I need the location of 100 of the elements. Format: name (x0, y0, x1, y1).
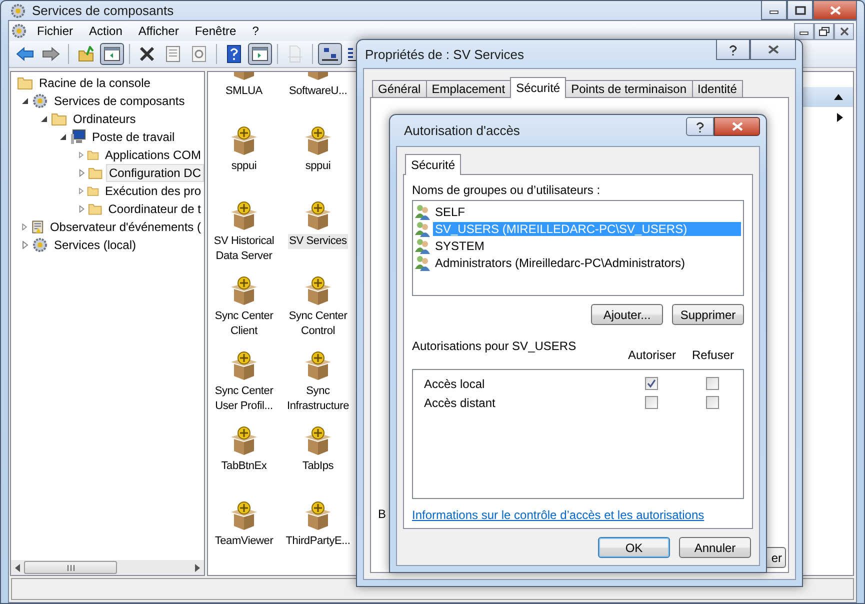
cancel-button[interactable]: Annuler (679, 537, 751, 558)
help-icon (227, 45, 241, 63)
component-item[interactable]: Sync Infrastructure (280, 384, 356, 414)
toolbar-button[interactable] (100, 43, 124, 65)
dialog-title: Autorisation d'accès (403, 123, 520, 138)
permission-name: Accès distant (424, 396, 496, 410)
help-button[interactable] (686, 117, 714, 136)
expand-triangle-icon[interactable] (837, 112, 843, 122)
restore-icon (818, 26, 830, 36)
tree-item[interactable]: Exécution des pro (102, 182, 204, 200)
toolbar-button[interactable] (318, 43, 342, 65)
ok-button[interactable]: OK (598, 537, 670, 558)
menu-item[interactable]: Fichier (31, 24, 80, 38)
caret-icon[interactable] (59, 133, 67, 141)
properties-icon (166, 46, 180, 62)
window-title: Services de composants (32, 3, 174, 18)
folder-icon (17, 76, 33, 90)
folder-icon (88, 166, 103, 180)
component-item[interactable]: Sync Center Client (208, 309, 280, 339)
component-item[interactable]: SoftwareU... (288, 84, 348, 99)
tab[interactable]: Points de terminaison (565, 80, 693, 98)
component-item[interactable]: SV Historical Data Server (208, 234, 280, 264)
tree-item[interactable]: Ordinateurs (70, 110, 139, 128)
component-item[interactable]: Sync Center Control (280, 309, 356, 339)
restore-button[interactable] (814, 22, 834, 40)
minimize-button[interactable] (794, 22, 814, 40)
export-list-icon (287, 45, 303, 63)
tree-item[interactable]: Observateur d'événements ( (46, 218, 204, 236)
component-item[interactable]: TeamViewer (214, 534, 274, 549)
checkbox[interactable] (706, 396, 718, 410)
component-item[interactable]: Sync Center User Profil... (208, 384, 280, 414)
tree-item[interactable]: Configuration DC (106, 164, 204, 182)
component-item[interactable]: ThirdPartyE... (284, 534, 352, 549)
collapse-triangle-icon (834, 94, 843, 100)
tree-item[interactable]: Coordinateur de t (105, 200, 204, 218)
scroll-right-icon[interactable] (195, 564, 200, 572)
caret-icon[interactable] (21, 97, 29, 105)
close-button[interactable] (813, 1, 857, 20)
column-header: Autoriser (626, 347, 678, 362)
checkbox[interactable] (706, 377, 718, 390)
panel-icon (252, 47, 268, 61)
help-button[interactable] (716, 40, 750, 60)
component-item[interactable]: TabBtnEx (220, 459, 268, 474)
component-item[interactable]: TabIps (301, 459, 335, 474)
hidden-text: B (378, 507, 386, 521)
forward-arrow-icon (42, 47, 60, 61)
gear-icon (11, 23, 27, 39)
tree-item[interactable]: Services de composants (51, 92, 188, 110)
close-button[interactable] (834, 22, 854, 40)
gear-icon (10, 2, 26, 18)
user-group-icon (415, 254, 431, 270)
menu-item[interactable]: ? (246, 24, 265, 38)
close-icon (840, 26, 848, 36)
permission-name: Accès local (424, 376, 486, 391)
help-icon (728, 44, 738, 56)
dialog-title: Propriétés de : SV Services (365, 46, 524, 62)
menu-item[interactable]: Afficher (132, 24, 185, 38)
horizontal-scrollbar[interactable] (11, 560, 204, 575)
minimize-button[interactable] (761, 1, 787, 20)
folder-icon (88, 202, 102, 216)
close-icon (768, 45, 778, 54)
tab[interactable]: Sécurité (405, 154, 462, 175)
folder-icon (86, 148, 99, 162)
component-item[interactable]: sppui (304, 159, 332, 174)
close-button[interactable] (714, 117, 760, 136)
info-link[interactable]: Informations sur le contrôle d’accès et les autorisations (412, 508, 704, 522)
user-item[interactable]: SYSTEM (433, 238, 741, 252)
tab[interactable]: Général (372, 80, 427, 98)
tree-item[interactable]: Services (local) (51, 236, 140, 254)
remove-button[interactable]: Supprimer (672, 304, 744, 326)
user-item[interactable]: SELF (433, 204, 741, 218)
tree-item[interactable]: Applications COM (102, 146, 204, 164)
close-button[interactable] (750, 40, 796, 60)
tree-item[interactable]: Racine de la console (36, 74, 154, 92)
scroll-left-icon[interactable] (15, 564, 20, 572)
checkbox[interactable] (644, 396, 658, 410)
component-item[interactable]: SV Services (288, 234, 348, 249)
caret-icon[interactable] (40, 115, 48, 123)
menu-item[interactable]: Action (83, 24, 128, 38)
maximize-button[interactable] (787, 1, 813, 20)
toolbar-button[interactable] (248, 43, 272, 65)
user-group-icon (415, 238, 431, 254)
user-item[interactable]: Administrators (Mireilledarc-PC\Administrators) (433, 256, 741, 270)
add-button[interactable]: Ajouter... (591, 304, 663, 326)
menu-item[interactable]: Fenêtre (188, 24, 242, 38)
back-arrow-icon (16, 47, 34, 61)
component-item[interactable]: sppui (230, 159, 258, 174)
tree-item[interactable]: Poste de travail (89, 128, 178, 146)
checkbox[interactable] (644, 377, 658, 390)
tab[interactable]: Emplacement (426, 80, 512, 98)
close-icon (732, 122, 742, 131)
computer-icon (70, 129, 86, 145)
gear-icon (32, 237, 48, 253)
tab[interactable]: Identité (692, 80, 743, 98)
component-item[interactable]: SMLUA (224, 84, 264, 99)
user-group-icon (415, 204, 431, 220)
column-header: Refuser (690, 347, 736, 362)
tab[interactable]: Sécurité (510, 77, 566, 98)
grip-icon (66, 564, 74, 570)
refresh-icon (192, 46, 206, 62)
